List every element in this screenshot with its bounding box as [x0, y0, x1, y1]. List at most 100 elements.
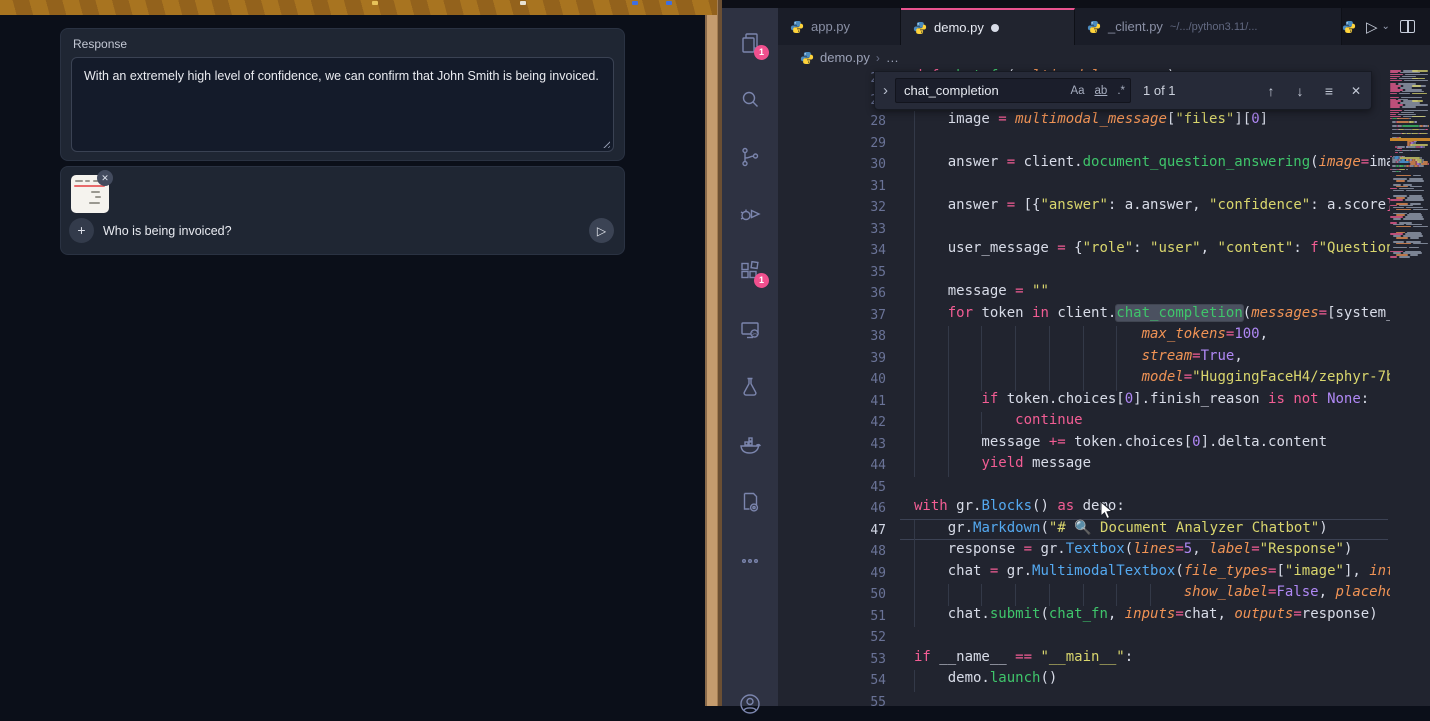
- minimap-line: [1390, 76, 1400, 78]
- split-editor-button[interactable]: [1400, 20, 1415, 33]
- more-actions-icon[interactable]: [738, 549, 762, 573]
- minimap-line: [1403, 218, 1424, 220]
- code-line[interactable]: response = gr.Textbox(lines=5, label="Re…: [914, 541, 1390, 563]
- svg-text:><: ><: [752, 332, 758, 338]
- code-line[interactable]: model="HuggingFaceH4/zephyr-7b-beta"):: [914, 369, 1390, 391]
- find-widget: › chat_completion Aa ab .* 1 of 1 ↑ ↓ ≡ …: [874, 71, 1372, 110]
- find-collapse-chevron-icon[interactable]: ›: [883, 82, 888, 99]
- code-line[interactable]: [914, 477, 1390, 499]
- minimap-line: [1390, 106, 1400, 108]
- minimap-line: [1410, 237, 1419, 239]
- docker-icon[interactable]: [738, 433, 762, 457]
- code-line[interactable]: if token.choices[0].finish_reason is not…: [914, 391, 1390, 413]
- tab-_client.py[interactable]: _client.py~/.../python3.11/...: [1075, 8, 1342, 45]
- minimap-line: [1395, 152, 1398, 154]
- minimap-line: [1415, 121, 1417, 123]
- minimap-line: [1410, 254, 1418, 256]
- minimap-line: [1397, 118, 1408, 120]
- line-number: 45: [792, 477, 886, 499]
- send-button[interactable]: ▷: [589, 218, 614, 243]
- line-number: 54: [792, 670, 886, 692]
- find-in-selection-button[interactable]: ≡: [1318, 72, 1340, 111]
- code-line[interactable]: continue: [914, 412, 1390, 434]
- code-line[interactable]: show_label=False, placeholder="Upload an…: [914, 584, 1390, 606]
- code-line[interactable]: chat = gr.MultimodalTextbox(file_types=[…: [914, 563, 1390, 585]
- resize-handle-icon[interactable]: [601, 139, 610, 148]
- remove-image-button[interactable]: ✕: [97, 170, 113, 186]
- match-case-button[interactable]: Aa: [1065, 85, 1089, 97]
- explorer-icon[interactable]: 1: [738, 31, 762, 55]
- remote-explorer-icon[interactable]: ><: [738, 318, 762, 342]
- testing-icon[interactable]: [738, 375, 762, 399]
- code-line[interactable]: message += token.choices[0].delta.conten…: [914, 434, 1390, 456]
- line-number: 26: [792, 68, 886, 90]
- tab-label: app.py: [811, 19, 850, 34]
- code-line[interactable]: yield message: [914, 455, 1390, 477]
- minimap[interactable]: [1390, 45, 1430, 706]
- multimodal-textbox-group: ✕ + Who is being invoiced? ▷: [60, 166, 625, 255]
- minimap-line: [1396, 237, 1408, 239]
- run-python-file-button[interactable]: ▷: [1366, 18, 1378, 36]
- minimap-line: [1393, 247, 1407, 249]
- code-line[interactable]: [914, 262, 1390, 284]
- minimap-line: [1402, 76, 1416, 78]
- gradio-app-panel: Response With an extremely high level of…: [0, 0, 705, 706]
- search-match-highlight: chat_completion: [1116, 305, 1242, 321]
- upload-button[interactable]: +: [69, 218, 94, 243]
- code-line[interactable]: [914, 219, 1390, 241]
- extensions-icon[interactable]: 1: [738, 259, 762, 283]
- code-line[interactable]: image = multimodal_message["files"][0]: [914, 111, 1390, 133]
- vscode-titlebar: [722, 0, 1430, 8]
- code-line[interactable]: chat.submit(chat_fn, inputs=chat, output…: [914, 606, 1390, 628]
- regex-button[interactable]: .*: [1112, 85, 1130, 97]
- tab-app.py[interactable]: app.py: [778, 8, 901, 45]
- source-control-icon[interactable]: [738, 145, 762, 169]
- extensions-badge: 1: [754, 273, 769, 288]
- whole-word-button[interactable]: ab: [1090, 85, 1113, 97]
- vscode-window: 11>< _client.py~/.../python3.11/...demo.…: [722, 0, 1430, 706]
- line-number: 41: [792, 391, 886, 413]
- minimap-line: [1393, 218, 1401, 220]
- line-number: 42: [792, 412, 886, 434]
- code-line[interactable]: if __name__ == "__main__":: [914, 649, 1390, 671]
- find-query-text[interactable]: chat_completion: [896, 83, 1065, 98]
- modified-dot-icon[interactable]: [991, 24, 999, 32]
- minimap-line: [1402, 106, 1416, 108]
- code-editor[interactable]: 26def chat_fn(multimodal_message):2728 i…: [778, 45, 1390, 706]
- code-line[interactable]: answer = client.document_question_answer…: [914, 154, 1390, 176]
- code-line[interactable]: [914, 692, 1390, 707]
- minimap-line: [1404, 129, 1411, 131]
- minimap-line: [1407, 180, 1424, 182]
- code-line[interactable]: demo.launch(): [914, 670, 1390, 692]
- code-line[interactable]: user_message = {"role": "user", "content…: [914, 240, 1390, 262]
- response-textarea[interactable]: With an extremely high level of confiden…: [71, 57, 614, 152]
- file-settings-icon[interactable]: [738, 490, 762, 514]
- close-find-button[interactable]: ✕: [1345, 72, 1367, 111]
- code-line[interactable]: for token in client.chat_completion(mess…: [914, 305, 1390, 327]
- run-and-debug-icon[interactable]: [738, 202, 762, 226]
- code-line[interactable]: message = "": [914, 283, 1390, 305]
- code-line[interactable]: max_tokens=100,: [914, 326, 1390, 348]
- code-line[interactable]: [914, 133, 1390, 155]
- run-dropdown-chevron-icon[interactable]: ⌄: [1382, 21, 1390, 32]
- line-number: 29: [792, 133, 886, 155]
- next-match-button[interactable]: ↓: [1289, 72, 1311, 111]
- minimap-line: [1398, 114, 1416, 116]
- minimap-line: [1406, 190, 1424, 192]
- minimap-line: [1405, 199, 1424, 201]
- response-label: Response: [73, 37, 127, 51]
- previous-match-button[interactable]: ↑: [1260, 72, 1282, 111]
- tab-demo.py[interactable]: demo.py: [901, 8, 1075, 45]
- code-line[interactable]: [914, 627, 1390, 649]
- minimap-line: [1397, 121, 1408, 123]
- code-line[interactable]: stream=True,: [914, 348, 1390, 370]
- minimap-line: [1410, 165, 1414, 167]
- find-input[interactable]: chat_completion Aa ab .*: [895, 78, 1131, 103]
- code-line[interactable]: answer = [{"answer": a.answer, "confiden…: [914, 197, 1390, 219]
- code-line[interactable]: [914, 176, 1390, 198]
- search-icon[interactable]: [738, 88, 762, 112]
- code-line[interactable]: gr.Markdown("# 🔍 Document Analyzer Chatb…: [914, 520, 1390, 542]
- accounts-icon[interactable]: [738, 692, 762, 716]
- chat-text-input[interactable]: Who is being invoiced?: [103, 224, 232, 238]
- code-line[interactable]: with gr.Blocks() as demo:: [914, 498, 1390, 520]
